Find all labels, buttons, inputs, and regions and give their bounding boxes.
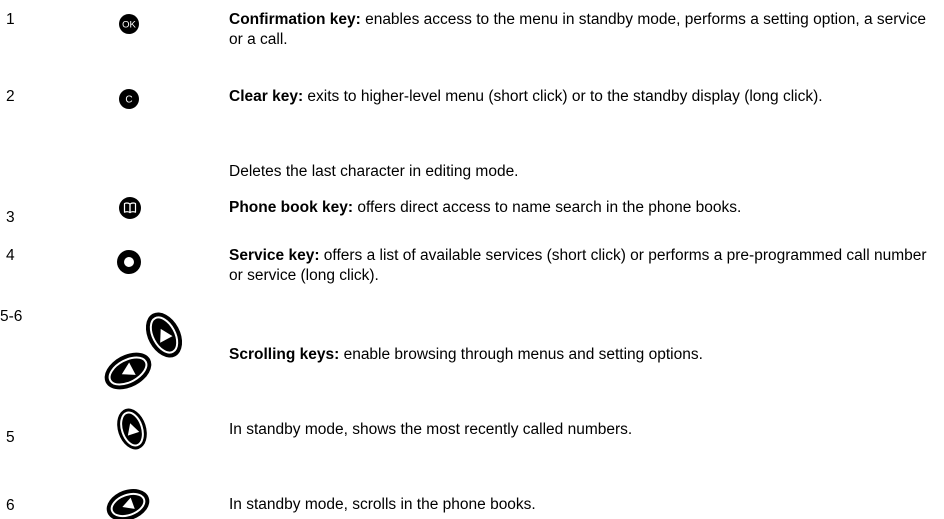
scrolling-keys-icon	[104, 312, 183, 390]
row-number: 6	[6, 497, 15, 514]
row-number: 3	[6, 209, 15, 226]
key-title: Confirmation key:	[229, 11, 361, 28]
row-number: 2	[6, 88, 15, 105]
svg-text:C: C	[125, 95, 132, 106]
service-key-description: Service key: offers a list of available …	[229, 246, 941, 286]
key-title: Scrolling keys:	[229, 346, 340, 363]
clear-key-icon: C	[119, 89, 139, 109]
svg-text:OK: OK	[122, 20, 136, 31]
scroll-left-key-icon	[106, 489, 150, 519]
key-text: enable browsing through menus and settin…	[339, 346, 703, 363]
scrolling-keys-description: Scrolling keys: enable browsing through …	[229, 345, 941, 365]
scroll-left-key-description: In standby mode, scrolls in the phone bo…	[229, 496, 536, 513]
phone-book-key-icon	[119, 197, 141, 219]
clear-key-extra-description: Deletes the last character in editing mo…	[229, 163, 519, 180]
ok-key-icon: OK	[119, 14, 139, 34]
scroll-up-key-icon	[117, 408, 147, 450]
row-number: 4	[6, 247, 15, 264]
key-title: Phone book key:	[229, 199, 354, 216]
row-number: 1	[6, 11, 15, 28]
confirmation-key-description: Confirmation key: enables access to the …	[229, 10, 941, 50]
scroll-up-key-description: In standby mode, shows the most recently…	[229, 421, 633, 438]
clear-key-description: Clear key: exits to higher-level menu (s…	[229, 87, 941, 107]
key-title: Service key:	[229, 247, 320, 264]
key-text: exits to higher-level menu (short click)…	[303, 88, 823, 105]
service-key-icon	[117, 250, 141, 274]
row-number: 5	[6, 429, 15, 446]
row-number: 5-6	[0, 308, 23, 325]
key-text: offers direct access to name search in t…	[353, 199, 742, 216]
phone-book-key-description: Phone book key: offers direct access to …	[229, 198, 941, 218]
key-title: Clear key:	[229, 88, 304, 105]
key-text: offers a list of available services (sho…	[229, 247, 927, 284]
